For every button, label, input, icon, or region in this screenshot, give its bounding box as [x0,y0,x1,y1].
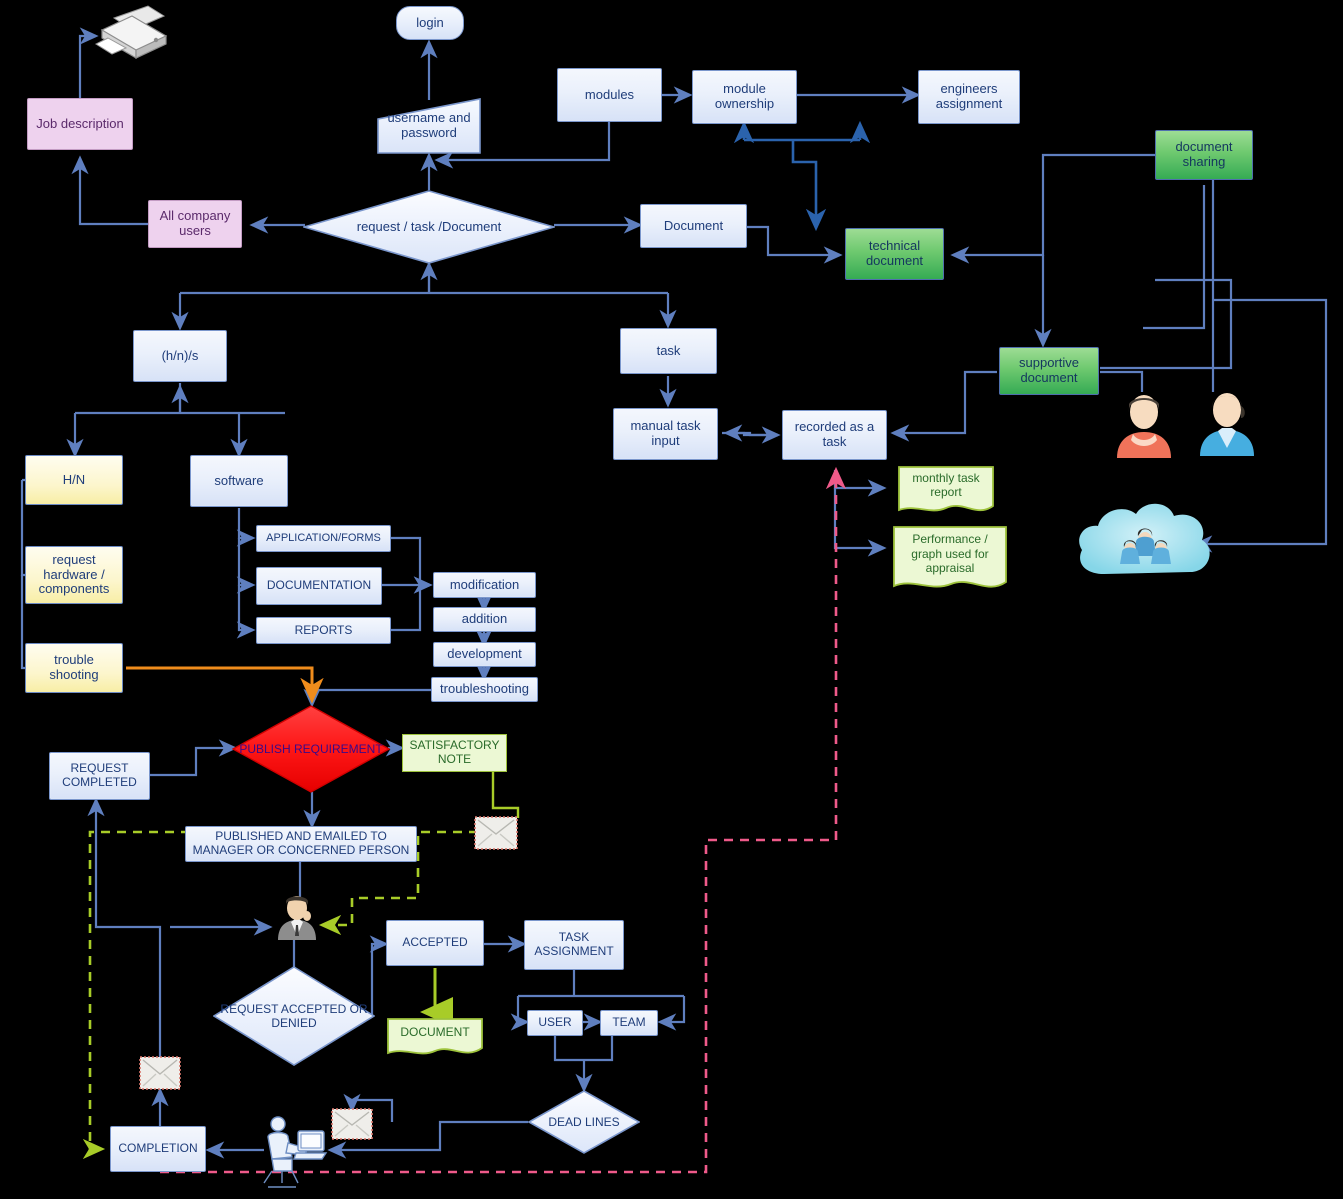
node-task-assignment[interactable]: TASK ASSIGNMENT [524,920,624,970]
envelope-icon [474,816,518,850]
node-job-description[interactable]: Job description [27,98,133,150]
printer-icon [92,4,170,60]
node-published-and-emailed[interactable]: PUBLISHED AND EMAILED TO MANAGER OR CONC… [185,826,417,862]
node-accepted[interactable]: ACCEPTED [386,920,484,966]
node-document-note[interactable]: DOCUMENT [387,1018,483,1058]
node-label: DOCUMENT [400,1024,470,1039]
node-engineers-assignment[interactable]: engineers assignment [918,70,1020,124]
worker-at-computer-icon [252,1113,330,1189]
flowchart-canvas: Job description All company users login … [0,0,1343,1199]
node-team[interactable]: TEAM [600,1010,658,1036]
node-addition[interactable]: addition [433,607,536,632]
node-label: monthly task report [912,470,980,499]
node-task[interactable]: task [620,328,717,374]
node-supportive-document[interactable]: supportive document [999,347,1099,395]
node-label: Performance / graph used for appraisal [911,532,989,576]
node-software[interactable]: software [190,455,288,507]
node-modification[interactable]: modification [433,572,536,598]
node-dead-lines[interactable]: DEAD LINES [528,1090,640,1154]
node-module-ownership[interactable]: module ownership [692,70,797,124]
node-all-company-users[interactable]: All company users [148,200,242,248]
node-development[interactable]: development [433,642,536,667]
node-troubleshooting[interactable]: troubleshooting [431,677,538,702]
node-satisfactory-note[interactable]: SATISFACTORY NOTE [402,734,507,772]
node-trouble-shooting[interactable]: trouble shooting [25,643,123,693]
node-document[interactable]: Document [640,204,747,248]
node-performance-graph[interactable]: Performance / graph used for appraisal [893,526,1007,594]
node-monthly-task-report[interactable]: monthly task report [898,466,994,516]
node-document-sharing[interactable]: document sharing [1155,130,1253,180]
node-recorded-as-a-task[interactable]: recorded as a task [782,410,887,460]
node-request-accepted-or-denied[interactable]: REQUEST ACCEPTED OR DENIED [213,966,375,1066]
node-publish-requirement[interactable]: PUBLISH REQUIREMENT [232,705,390,793]
manager-person-icon [272,892,322,940]
node-request-task-document[interactable]: request / task /Document [303,190,555,264]
node-application-forms[interactable]: APPLICATION/FORMS [256,525,391,552]
person-blue-icon [1196,388,1258,456]
node-hn[interactable]: H/N [25,455,123,505]
node-login[interactable]: login [396,6,464,40]
cloud-users-icon [1070,492,1220,594]
envelope-icon [331,1108,373,1140]
node-technical-document[interactable]: technical document [845,228,944,280]
node-username-and-password[interactable]: username and password [377,98,481,154]
node-user[interactable]: USER [527,1010,583,1036]
node-modules[interactable]: modules [557,68,662,122]
node-label: username and password [387,110,471,140]
node-hns[interactable]: (h/n)/s [133,330,227,382]
person-orange-icon [1113,390,1175,458]
connector-lines [20,27,1328,1174]
node-manual-task-input[interactable]: manual task input [613,408,718,460]
node-reports[interactable]: REPORTS [256,617,391,644]
node-documentation[interactable]: DOCUMENTATION [256,567,382,605]
node-request-completed[interactable]: REQUEST COMPLETED [49,752,150,800]
node-request-hardware[interactable]: request hardware / components [25,546,123,604]
node-completion[interactable]: COMPLETION [110,1126,206,1172]
envelope-icon [139,1056,181,1090]
